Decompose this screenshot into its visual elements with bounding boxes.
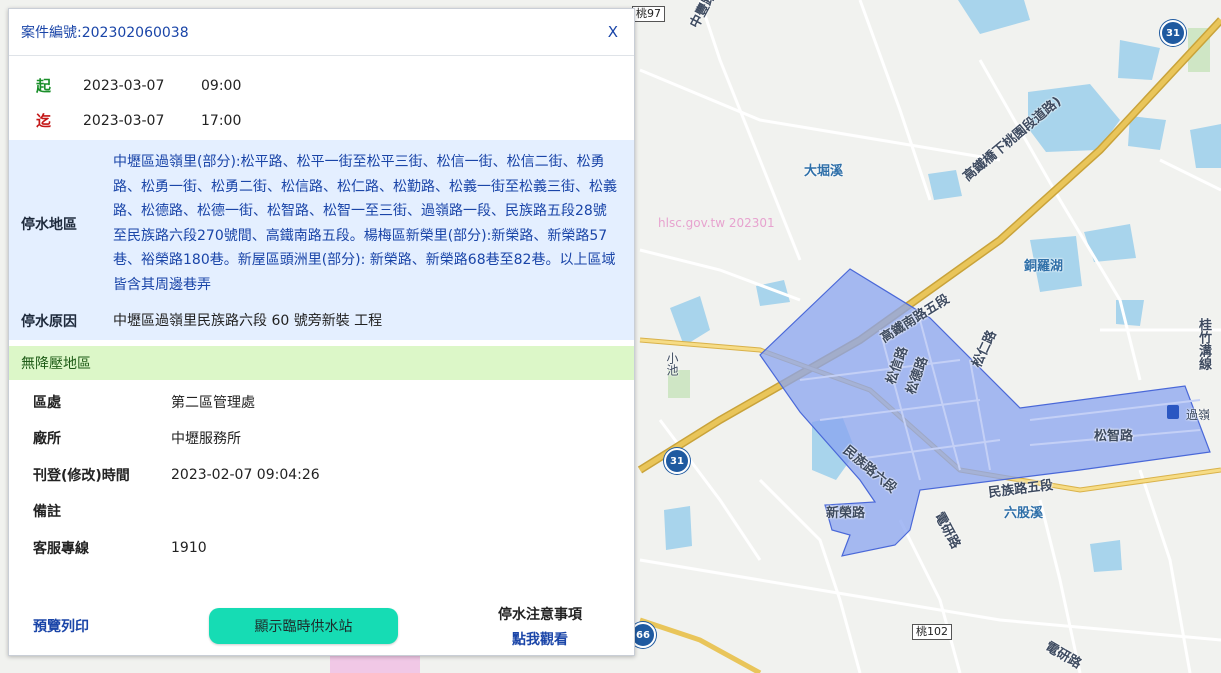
case-number-title: 案件編號:202302060038: [21, 25, 189, 41]
detail-key: 區處: [33, 394, 61, 411]
map-label-liugu: 六股溪: [1004, 506, 1044, 521]
notice-link[interactable]: 點我觀看: [498, 629, 582, 649]
end-time: 17:00: [201, 112, 242, 129]
map-label-guizhu: 桂竹溝線: [1196, 318, 1211, 370]
detail-row-published: 刊登(修改)時間 2023-02-07 09:04:26: [9, 457, 634, 494]
detail-row-station: 廠所 中壢服務所: [9, 420, 634, 457]
start-mark: 起: [36, 77, 52, 95]
road-tag-tao102: 桃102: [912, 624, 952, 640]
detail-key: 廠所: [33, 431, 61, 448]
map-label-dapi: 大堀溪: [804, 164, 844, 179]
start-time: 09:00: [201, 77, 242, 94]
detail-value: 中壢服務所: [171, 431, 241, 448]
map-label-songzhi: 松智路: [1094, 429, 1134, 444]
detail-key: 刊登(修改)時間: [33, 467, 130, 484]
notice-block: 停水注意事項 點我觀看: [498, 604, 582, 649]
area-row: 停水地區 中壢區過嶺里(部分):松平路、松平一街至松平三街、松信一街、松信二街、…: [9, 150, 634, 297]
detail-row-hotline: 客服專線 1910: [9, 530, 634, 567]
start-time-row: 起 2023-03-07 09:00: [9, 68, 634, 103]
area-text: 中壢區過嶺里(部分):松平路、松平一街至松平三街、松信一街、松信二街、松勇路、松…: [113, 154, 617, 293]
close-button[interactable]: X: [604, 19, 622, 45]
outage-info-panel: 案件編號:202302060038 X 起 2023-03-07 09:00 迄…: [8, 8, 635, 656]
time-range: 起 2023-03-07 09:00 迄 2023-03-07 17:00: [9, 56, 634, 138]
map-watermark: hlsc.gov.tw 202301: [658, 216, 775, 230]
detail-key: 備註: [33, 504, 61, 521]
end-mark: 迄: [36, 112, 52, 130]
print-preview-link[interactable]: 預覽列印: [33, 616, 209, 636]
panel-footer: 預覽列印 顯示臨時供水站 停水注意事項 點我觀看: [9, 597, 634, 655]
notice-title: 停水注意事項: [498, 606, 582, 623]
detail-key: 客服專線: [33, 540, 89, 557]
detail-value: 1910: [171, 539, 207, 556]
reason-row: 停水原因 中壢區過嶺里民族路六段 60 號旁新裝 工程: [9, 309, 634, 334]
detail-row-remarks: 備註: [9, 493, 634, 530]
road-tag-tao97: 桃97: [632, 6, 665, 22]
panel-header: 案件編號:202302060038 X: [9, 9, 634, 56]
detail-value: 2023-02-07 09:04:26: [171, 466, 320, 483]
map-label-xiaoshi: 小池: [665, 352, 679, 376]
detail-list: 區處 第二區管理處 廠所 中壢服務所 刊登(修改)時間 2023-02-07 0…: [9, 380, 634, 567]
start-date: 2023-03-07: [83, 77, 165, 94]
reason-text: 中壢區過嶺里民族路六段 60 號旁新裝 工程: [113, 313, 383, 329]
detail-value: 第二區管理處: [171, 394, 255, 411]
map-label-guoling: 過嶺: [1186, 408, 1211, 422]
highway-shield-31-top: 31: [1160, 20, 1186, 46]
detail-row-office: 區處 第二區管理處: [9, 384, 634, 421]
map-label-xinrong: 新榮路: [826, 506, 866, 521]
end-time-row: 迄 2023-03-07 17:00: [9, 103, 634, 138]
pressure-area-banner: 無降壓地區: [9, 345, 634, 380]
reason-label: 停水原因: [21, 314, 77, 331]
area-label: 停水地區: [21, 216, 77, 233]
show-water-station-button[interactable]: 顯示臨時供水站: [209, 608, 398, 644]
highway-shield-31-left: 31: [664, 448, 690, 474]
location-marker-icon[interactable]: [1167, 405, 1179, 419]
end-date: 2023-03-07: [83, 112, 165, 129]
map-label-tongluo: 銅羅湖: [1024, 259, 1064, 274]
outage-info-block: 停水地區 中壢區過嶺里(部分):松平路、松平一街至松平三街、松信一街、松信二街、…: [9, 140, 634, 340]
